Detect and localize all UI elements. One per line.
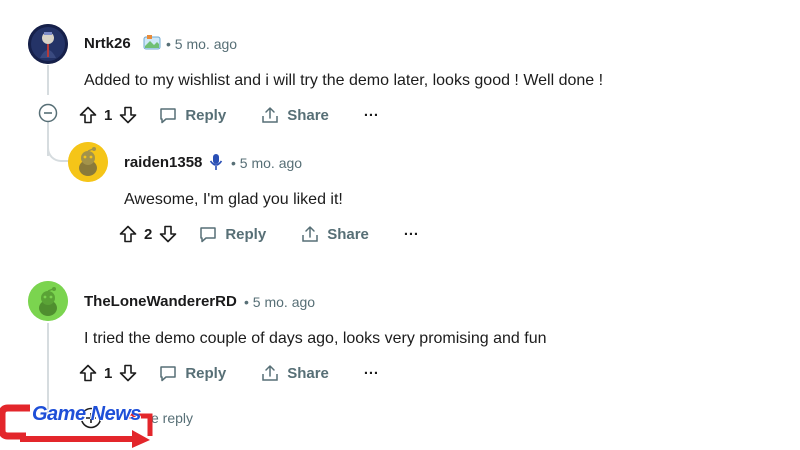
separator: • [166, 36, 171, 52]
thread-branch-curve [47, 128, 69, 162]
comment-actions: 1 Reply Share ··· [78, 361, 379, 385]
reply-label: Reply [185, 106, 227, 124]
comment-text: Awesome, I'm glad you liked it! [124, 191, 343, 208]
map-flair-icon [143, 33, 161, 51]
comment-actions: 1 Reply Share ··· [78, 103, 379, 127]
avatar[interactable] [68, 142, 108, 182]
collapse-thread-icon[interactable] [38, 103, 58, 123]
vote-count: 1 [104, 106, 113, 124]
game-news-watermark: Game News [0, 402, 160, 448]
upvote-icon[interactable] [78, 105, 98, 125]
downvote-icon[interactable] [118, 105, 138, 125]
reply-button[interactable]: Reply [198, 224, 266, 244]
more-options-button[interactable]: ··· [404, 226, 419, 243]
upvote-icon[interactable] [78, 363, 98, 383]
avatar[interactable] [28, 24, 68, 64]
speech-bubble-icon [158, 105, 178, 125]
avatar[interactable] [28, 281, 68, 321]
comment-username[interactable]: TheLoneWandererRD [84, 293, 237, 310]
comment-username[interactable]: Nrtk26 [84, 35, 131, 52]
timestamp[interactable]: 5 mo. ago [175, 36, 237, 52]
timestamp[interactable]: 5 mo. ago [253, 294, 315, 310]
share-icon [260, 363, 280, 383]
share-button[interactable]: Share [260, 105, 329, 125]
watermark-text: Game News [32, 403, 141, 425]
comment-meta: • 5 mo. ago [166, 36, 237, 52]
comment-meta: • 5 mo. ago [231, 155, 302, 171]
comment-actions: 2 Reply Share ··· [118, 222, 419, 246]
share-label: Share [287, 364, 329, 382]
comment-text: I tried the demo couple of days ago, loo… [84, 330, 547, 347]
reply-button[interactable]: Reply [158, 105, 226, 125]
speech-bubble-icon [158, 363, 178, 383]
more-options-button[interactable]: ··· [364, 107, 379, 124]
share-button[interactable]: Share [300, 224, 369, 244]
downvote-icon[interactable] [118, 363, 138, 383]
reply-button[interactable]: Reply [158, 363, 226, 383]
share-label: Share [287, 106, 329, 124]
share-icon [260, 105, 280, 125]
thread-line [47, 65, 49, 95]
reply-label: Reply [185, 364, 227, 382]
upvote-icon[interactable] [118, 224, 138, 244]
speech-bubble-icon [198, 224, 218, 244]
share-button[interactable]: Share [260, 363, 329, 383]
reply-label: Reply [225, 225, 267, 243]
timestamp[interactable]: 5 mo. ago [240, 155, 302, 171]
comment-username[interactable]: raiden1358 [124, 154, 202, 171]
separator: • [244, 294, 249, 310]
downvote-icon[interactable] [158, 224, 178, 244]
microphone-icon [209, 153, 223, 171]
more-options-button[interactable]: ··· [364, 365, 379, 382]
vote-count: 2 [144, 225, 153, 243]
separator: • [231, 155, 236, 171]
vote-count: 1 [104, 364, 113, 382]
share-label: Share [327, 225, 369, 243]
comment-text: Added to my wishlist and i will try the … [84, 72, 604, 89]
share-icon [300, 224, 320, 244]
comment-meta: • 5 mo. ago [244, 294, 315, 310]
